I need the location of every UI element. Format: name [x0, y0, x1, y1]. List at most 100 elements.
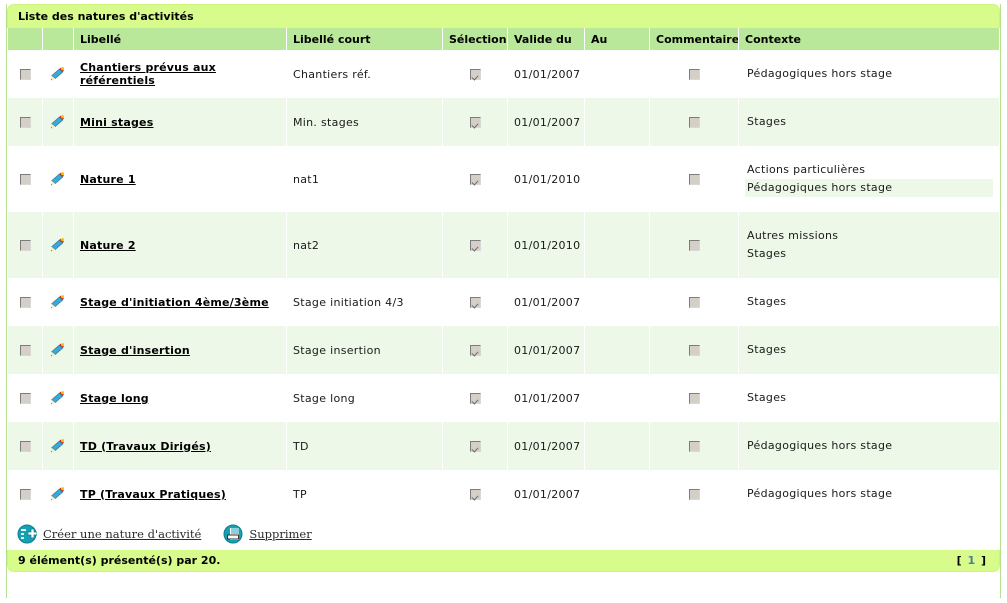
edit-row-button[interactable] — [50, 391, 66, 405]
commentaire-checkbox[interactable] — [688, 69, 700, 80]
column-header-check — [8, 28, 42, 50]
table-row: Stage d'initiation 4ème/3ème Stage initia… — [8, 278, 999, 326]
column-header-commentaire[interactable]: Commentaire — [650, 28, 738, 50]
commentaire-checkbox[interactable] — [688, 489, 700, 500]
row-select-cell[interactable] — [8, 50, 42, 98]
selection-checkbox[interactable] — [469, 489, 481, 500]
edit-row-button[interactable] — [50, 172, 66, 186]
row-select-cell[interactable] — [8, 422, 42, 470]
edit-row-button[interactable] — [50, 343, 66, 357]
column-header-libelle[interactable]: Libellé — [74, 28, 286, 50]
libelle-link[interactable]: Nature 1 — [80, 173, 136, 186]
cell-contexte: Pédagogiques hors stage — [739, 50, 999, 98]
cell-selection — [443, 278, 507, 326]
commentaire-checkbox[interactable] — [688, 297, 700, 308]
column-header-au[interactable]: Au — [585, 28, 649, 50]
table-header: Libellé Libellé court Sélection Valide d… — [8, 28, 999, 50]
selection-checkbox[interactable] — [469, 174, 481, 185]
cell-au — [585, 50, 649, 98]
selection-checkbox[interactable] — [469, 69, 481, 80]
row-edit-cell[interactable] — [43, 146, 73, 212]
commentaire-checkbox[interactable] — [688, 441, 700, 452]
row-select-checkbox[interactable] — [19, 69, 31, 80]
cell-libelle-court: Chantiers réf. — [287, 50, 442, 98]
row-edit-cell[interactable] — [43, 326, 73, 374]
edit-row-button[interactable] — [50, 295, 66, 309]
pagination[interactable]: [ 1 ] — [957, 554, 987, 567]
cell-commentaire — [650, 278, 738, 326]
row-select-cell[interactable] — [8, 326, 42, 374]
libelle-link[interactable]: Nature 2 — [80, 239, 136, 252]
edit-row-button[interactable] — [50, 115, 66, 129]
row-edit-cell[interactable] — [43, 278, 73, 326]
pencil-icon-svg — [51, 343, 65, 357]
selection-checkbox[interactable] — [469, 117, 481, 128]
cell-commentaire — [650, 212, 738, 278]
selection-checkbox[interactable] — [469, 297, 481, 308]
libelle-link[interactable]: Stage d'insertion — [80, 344, 190, 357]
edit-row-button[interactable] — [50, 67, 66, 81]
libelle-link[interactable]: Stage d'initiation 4ème/3ème — [80, 296, 269, 309]
commentaire-checkbox[interactable] — [688, 240, 700, 251]
cell-commentaire — [650, 470, 738, 518]
cell-libelle: TD (Travaux Dirigés) — [74, 422, 286, 470]
contexte-value: Pédagogiques hors stage — [747, 67, 893, 80]
row-edit-cell[interactable] — [43, 212, 73, 278]
commentaire-checkbox[interactable] — [688, 174, 700, 185]
row-select-checkbox[interactable] — [19, 117, 31, 128]
row-edit-cell[interactable] — [43, 374, 73, 422]
libelle-link[interactable]: TP (Travaux Pratiques) — [80, 488, 226, 501]
cell-commentaire — [650, 374, 738, 422]
column-header-contexte[interactable]: Contexte — [739, 28, 999, 50]
pagination-page-1[interactable]: 1 — [967, 554, 976, 567]
cell-valide-du: 01/01/2007 — [508, 50, 584, 98]
selection-checkbox[interactable] — [469, 345, 481, 356]
edit-row-button[interactable] — [50, 238, 66, 252]
row-select-checkbox[interactable] — [19, 174, 31, 185]
contexte-value: Stages — [747, 247, 787, 260]
selection-checkbox[interactable] — [469, 441, 481, 452]
delete-button[interactable]: Supprimer — [223, 524, 312, 544]
row-edit-cell[interactable] — [43, 470, 73, 518]
row-select-cell[interactable] — [8, 278, 42, 326]
column-header-libelle-court[interactable]: Libellé court — [287, 28, 442, 50]
cell-contexte: Pédagogiques hors stage — [739, 470, 999, 518]
column-header-selection[interactable]: Sélection — [443, 28, 507, 50]
row-select-checkbox[interactable] — [19, 297, 31, 308]
commentaire-checkbox[interactable] — [688, 393, 700, 404]
edit-row-button[interactable] — [50, 439, 66, 453]
row-select-cell[interactable] — [8, 374, 42, 422]
row-select-cell[interactable] — [8, 212, 42, 278]
libelle-link[interactable]: Stage long — [80, 392, 149, 405]
contexte-value: Autres missions — [747, 229, 839, 242]
cell-commentaire — [650, 422, 738, 470]
row-edit-cell[interactable] — [43, 422, 73, 470]
row-select-cell[interactable] — [8, 470, 42, 518]
cell-contexte: Pédagogiques hors stage — [739, 422, 999, 470]
row-edit-cell[interactable] — [43, 98, 73, 146]
row-select-checkbox[interactable] — [19, 240, 31, 251]
cell-commentaire — [650, 326, 738, 374]
libelle-link[interactable]: TD (Travaux Dirigés) — [80, 440, 211, 453]
cell-selection — [443, 212, 507, 278]
commentaire-checkbox[interactable] — [688, 345, 700, 356]
selection-checkbox[interactable] — [469, 240, 481, 251]
row-select-checkbox[interactable] — [19, 489, 31, 500]
column-header-valide-du[interactable]: Valide du — [508, 28, 584, 50]
row-edit-cell[interactable] — [43, 50, 73, 98]
cell-libelle: Chantiers prévus aux référentiels — [74, 50, 286, 98]
pencil-icon-svg — [51, 67, 65, 81]
row-select-checkbox[interactable] — [19, 345, 31, 356]
libelle-link[interactable]: Chantiers prévus aux référentiels — [80, 61, 216, 87]
commentaire-checkbox[interactable] — [688, 117, 700, 128]
cell-libelle: Nature 1 — [74, 146, 286, 212]
pencil-icon-svg — [51, 439, 65, 453]
row-select-cell[interactable] — [8, 98, 42, 146]
create-nature-activite-button[interactable]: Créer une nature d'activité — [17, 524, 201, 544]
edit-row-button[interactable] — [50, 487, 66, 501]
libelle-link[interactable]: Mini stages — [80, 116, 153, 129]
row-select-cell[interactable] — [8, 146, 42, 212]
selection-checkbox[interactable] — [469, 393, 481, 404]
row-select-checkbox[interactable] — [19, 441, 31, 452]
row-select-checkbox[interactable] — [19, 393, 31, 404]
